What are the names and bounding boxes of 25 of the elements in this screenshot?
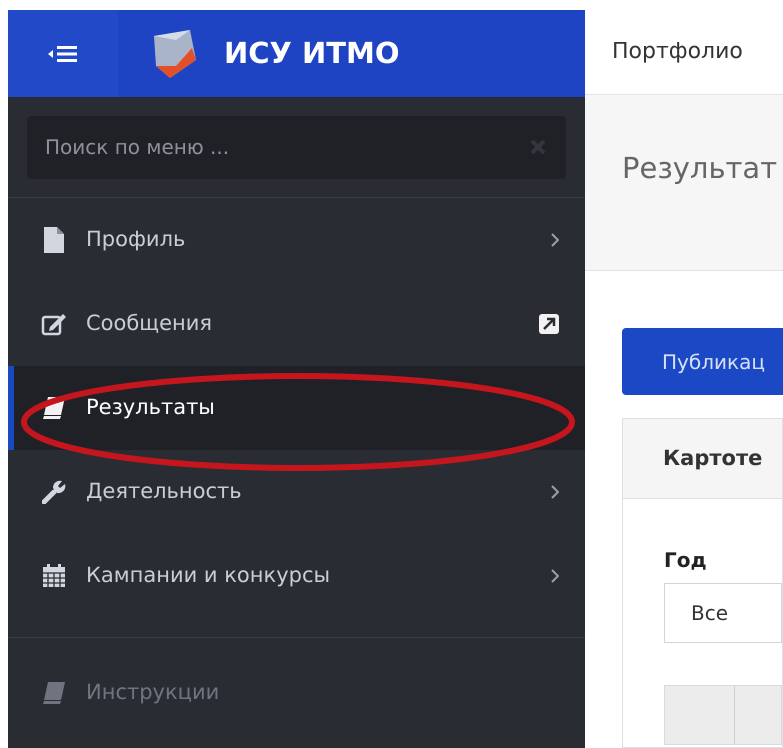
- menu-item[interactable]: Результаты: [8, 366, 585, 450]
- app-title: ИСУ ИТМО: [224, 34, 400, 72]
- book-icon: [42, 396, 66, 420]
- external-link-icon: [539, 314, 559, 334]
- calendar-icon: [42, 564, 66, 588]
- menu-item[interactable]: Профиль: [8, 198, 585, 282]
- year-select[interactable]: Все: [664, 583, 782, 643]
- tab-button[interactable]: Публикац: [622, 328, 783, 395]
- breadcrumb[interactable]: Портфолио: [612, 35, 743, 68]
- chevron-right-icon: [551, 233, 559, 247]
- search-field[interactable]: Поиск по меню ...: [27, 116, 566, 178]
- book-icon: [42, 681, 66, 705]
- wrench-icon: [42, 480, 66, 504]
- page-title: Результат: [622, 150, 778, 185]
- menu-item[interactable]: Кампании и конкурсы: [8, 534, 585, 618]
- chevron-right-icon: [551, 485, 559, 499]
- menu-icon: [48, 44, 78, 64]
- menu-toggle-button[interactable]: [8, 10, 118, 97]
- document-icon: [44, 227, 64, 253]
- filter-label: Год: [664, 547, 708, 574]
- menu-item[interactable]: Деятельность: [8, 450, 585, 534]
- edit-icon: [41, 312, 67, 336]
- chevron-right-icon: [551, 569, 559, 583]
- card-title: Картоте: [663, 444, 762, 472]
- menu-item[interactable]: Сообщения: [8, 282, 585, 366]
